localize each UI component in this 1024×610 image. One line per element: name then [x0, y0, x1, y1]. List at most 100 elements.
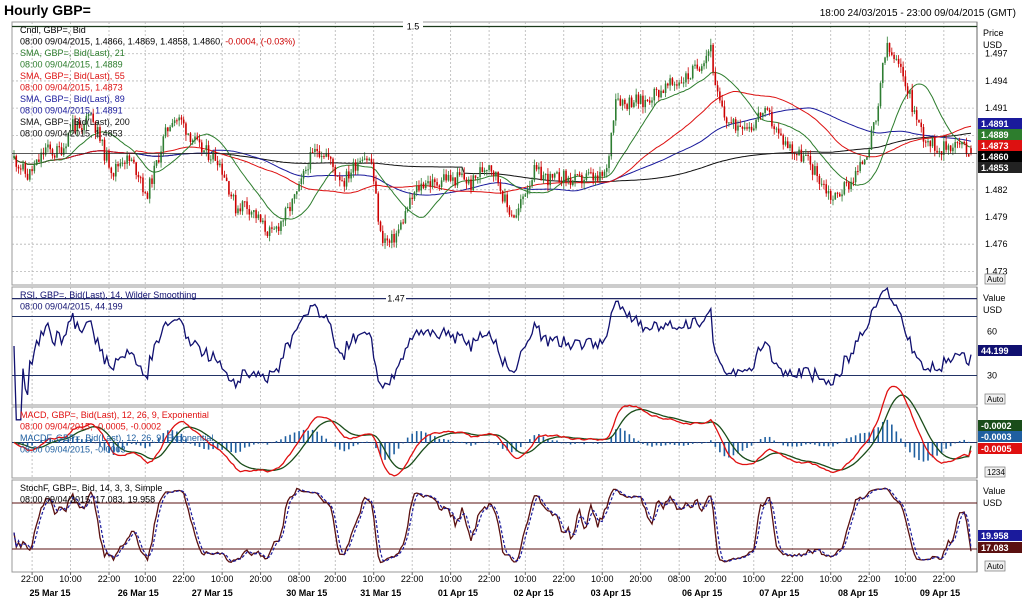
macd-histogram-bar [538, 434, 540, 443]
macd-histogram-bar [605, 441, 608, 443]
candle-body [608, 156, 610, 169]
candle-body [144, 192, 147, 194]
candle-body [834, 192, 837, 200]
candle-body [467, 179, 470, 184]
candle-body [529, 186, 531, 189]
value-badge-label: 19.958 [981, 531, 1009, 541]
macd-histogram-bar [565, 442, 567, 444]
candle-body [185, 123, 187, 135]
candle-body [895, 58, 898, 60]
candle-body [931, 137, 934, 147]
candle-body [316, 148, 318, 152]
macd-histogram-bar [411, 433, 413, 443]
legend-line: 08:00 09/04/2015, 1.4866, 1.4869, 1.4858… [20, 37, 295, 47]
candle-body [748, 126, 751, 129]
candle-body [162, 136, 165, 152]
candle-body [624, 99, 626, 105]
candle-body [329, 156, 332, 159]
macd-histogram-bar [320, 435, 323, 443]
macd-histogram-bar [710, 440, 712, 443]
macd-histogram-bar [764, 437, 766, 443]
x-tick-label: 08:00 [288, 574, 311, 584]
candle-body [929, 141, 932, 147]
candle-body [920, 122, 923, 128]
candle-body [850, 181, 852, 190]
legend-line: MACDF, GBP=, Bid(Last), 12, 26, 9, Expon… [20, 433, 213, 443]
macd-histogram-bar [230, 442, 232, 453]
candle-body [452, 177, 454, 181]
candle-body [323, 156, 325, 158]
candle-body [617, 98, 619, 100]
macd-histogram-bar [243, 442, 246, 448]
panel-button-label: Auto [987, 275, 1004, 284]
candle-body [949, 145, 952, 152]
candle-body [768, 109, 771, 112]
candle-body [696, 64, 699, 69]
macd-histogram-bar [510, 442, 513, 453]
candle-body [633, 102, 635, 108]
macd-histogram-bar [673, 442, 676, 446]
candle-body [411, 197, 413, 199]
macd-histogram-bar [551, 440, 554, 443]
y-tick-label: 1.476 [985, 239, 1008, 249]
candle-body [443, 174, 445, 181]
candle-body [707, 51, 710, 56]
macd-histogram-bar [687, 442, 689, 446]
candle-body [904, 76, 907, 87]
candle-body [393, 234, 395, 243]
candle-body [381, 230, 384, 243]
macd-histogram-bar [483, 442, 486, 443]
candle-body [447, 174, 450, 181]
candle-body [922, 127, 925, 142]
candle-body [17, 166, 20, 169]
legend-line: SMA, GBP=, Bid(Last), 89 [20, 94, 125, 104]
x-tick-label: 10:00 [514, 574, 537, 584]
candle-body [827, 191, 830, 194]
macd-histogram-bar [918, 442, 920, 461]
macd-histogram-bar [954, 442, 956, 444]
candle-body [481, 167, 484, 173]
macd-histogram-bar [904, 442, 907, 447]
candle-body [583, 179, 585, 184]
chart-stage[interactable]: 1.4971.4941.4911.4881.4851.4821.4791.476… [0, 0, 1024, 610]
macd-histogram-bar [900, 438, 902, 443]
candle-body [108, 151, 110, 168]
x-date-label: 09 Apr 15 [920, 588, 960, 598]
candle-body [716, 85, 719, 92]
candle-body [173, 120, 176, 123]
macd-histogram-bar [271, 442, 273, 444]
candle-body [15, 155, 18, 167]
candle-body [486, 169, 488, 171]
legend-line: RSI, GBP=, Bid(Last), 14, Wilder Smoothi… [20, 290, 196, 300]
candle-body [22, 163, 24, 170]
candle-body [556, 172, 558, 174]
macd-histogram-bar [569, 442, 572, 445]
candle-body [456, 172, 459, 186]
candle-body [863, 159, 866, 165]
macd-histogram-bar [949, 442, 952, 447]
candle-body [198, 139, 201, 143]
candle-body [881, 62, 884, 84]
macd-histogram-bar [823, 442, 825, 447]
candle-body [963, 141, 966, 143]
candle-body [271, 227, 273, 229]
candle-body [436, 182, 438, 186]
candle-body [128, 155, 131, 162]
macd-histogram-bar [148, 442, 151, 447]
y-tick-label: 1.494 [985, 76, 1008, 86]
candle-body [280, 221, 282, 232]
candle-body [508, 207, 511, 215]
candle-body [657, 89, 660, 98]
candle-body [26, 173, 29, 180]
macd-histogram-bar [556, 440, 558, 443]
candle-body [952, 147, 954, 152]
candle-body [406, 209, 409, 212]
candle-body [913, 110, 916, 112]
macd-histogram-bar [791, 442, 794, 447]
candle-body [117, 163, 119, 167]
x-tick-label: 22:00 [781, 574, 804, 584]
candle-body [705, 55, 708, 64]
candle-body [628, 97, 631, 110]
value-badge-label: 1.4889 [981, 130, 1009, 140]
candle-body [476, 177, 479, 179]
